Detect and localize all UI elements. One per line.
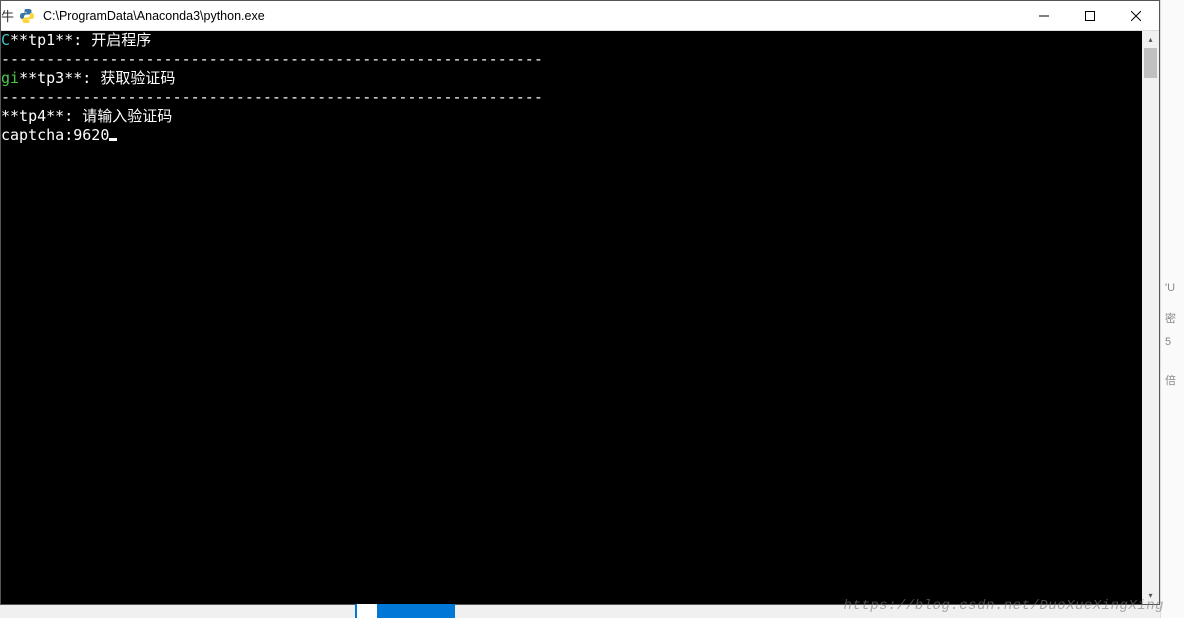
step-tag: **tp1**: [10,31,82,49]
prompt-value: 9620 [73,126,109,144]
watermark-text: https://blog.csdn.net/DuoXueXingXing [844,598,1164,614]
console-output[interactable]: C**tp1**: 开启程序--------------------------… [1,31,1142,604]
separator-line: ----------------------------------------… [1,50,1142,69]
text-cursor [109,138,117,141]
step-message: 开启程序 [82,31,151,49]
python-icon [19,8,35,24]
minimize-button[interactable] [1021,1,1067,30]
taskbar-fragment [355,604,455,618]
line-prefix: gi [1,69,19,87]
step-tag: **tp3**: [19,69,91,87]
window-title: C:\ProgramData\Anaconda3\python.exe [41,9,1021,23]
background-right-strip: 'U 密 5 倍 [1160,0,1184,618]
window-controls [1021,1,1159,30]
scroll-up-arrow[interactable]: ▴ [1142,31,1159,48]
prompt-line[interactable]: captcha:9620 [1,126,1142,145]
bg-text-fragment: 密 [1165,310,1176,326]
line-prefix: C [1,31,10,49]
step-tag: **tp4**: [1,107,73,125]
console-line: **tp4**: 请输入验证码 [1,107,1142,126]
close-button[interactable] [1113,1,1159,30]
bg-text-fragment: 'U [1165,282,1175,294]
console-window: 牛 C:\ProgramData\Anaconda3\python.exe C*… [0,0,1160,605]
scroll-thumb[interactable] [1144,48,1157,78]
scroll-track[interactable] [1142,48,1159,587]
title-bar[interactable]: 牛 C:\ProgramData\Anaconda3\python.exe [1,1,1159,31]
maximize-button[interactable] [1067,1,1113,30]
console-body-wrap: C**tp1**: 开启程序--------------------------… [1,31,1159,604]
console-line: gi**tp3**: 获取验证码 [1,69,1142,88]
bg-text-fragment: 倍 [1165,372,1176,388]
vertical-scrollbar[interactable]: ▴ ▾ [1142,31,1159,604]
step-message: 获取验证码 [91,69,175,87]
prompt-label: captcha: [1,126,73,144]
step-message: 请输入验证码 [73,107,172,125]
console-line: C**tp1**: 开启程序 [1,31,1142,50]
title-left-fragment: 牛 [1,6,13,25]
separator-line: ----------------------------------------… [1,88,1142,107]
taskbar-inner-icon [357,604,377,618]
bg-text-fragment: 5 [1165,336,1171,348]
